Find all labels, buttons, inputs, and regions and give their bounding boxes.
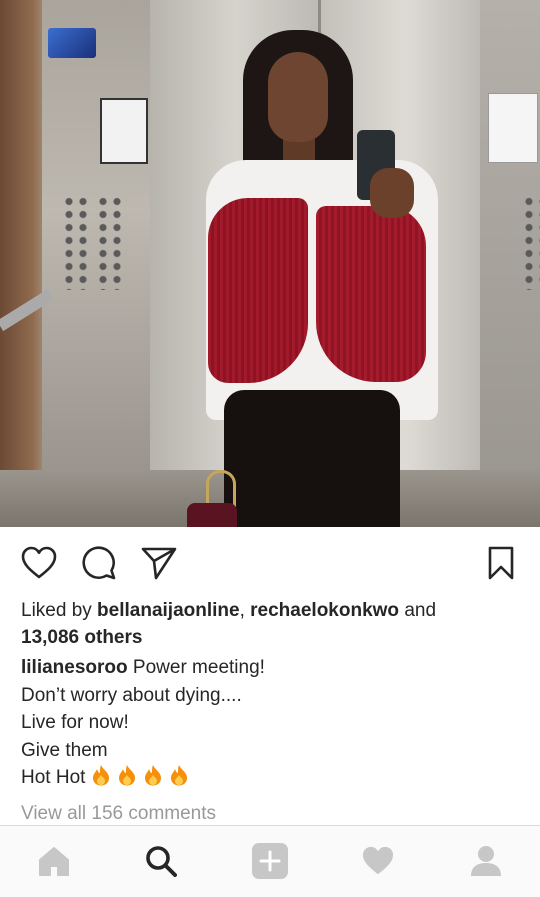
fire-emoji-row xyxy=(91,765,195,788)
share-button[interactable] xyxy=(139,543,179,583)
bookmark-icon xyxy=(488,546,514,580)
view-comments-link[interactable]: View all 156 comments xyxy=(21,801,216,826)
post-actions xyxy=(0,527,540,595)
nav-search[interactable] xyxy=(141,841,181,881)
elevator-buttons-right xyxy=(522,195,540,290)
comment-button[interactable] xyxy=(79,543,119,583)
shirt-fringe-right xyxy=(316,206,426,382)
elevator-display xyxy=(48,28,96,58)
like-button[interactable] xyxy=(19,543,59,583)
paper-plane-icon xyxy=(141,547,177,580)
search-icon xyxy=(146,846,177,877)
nav-profile[interactable] xyxy=(466,841,506,881)
post-photo[interactable] xyxy=(0,0,540,527)
caption-line: Live for now! xyxy=(21,712,129,734)
caption-line: Give them xyxy=(21,739,108,761)
person-face xyxy=(268,52,328,142)
heart-outline-icon xyxy=(21,546,57,579)
handbag xyxy=(187,503,237,527)
liked-user-link[interactable]: rechaelokonkwo xyxy=(250,600,399,621)
save-button[interactable] xyxy=(481,543,521,583)
speech-bubble-icon xyxy=(82,546,116,580)
nav-home[interactable] xyxy=(34,841,74,881)
nav-activity[interactable] xyxy=(358,841,398,881)
elevator-notice xyxy=(100,98,148,164)
fire-emoji xyxy=(118,765,135,786)
caption-line-last: Hot Hot xyxy=(21,764,526,792)
person-pants xyxy=(224,390,400,527)
caption-username[interactable]: lilianesoroo xyxy=(21,657,128,678)
elevator-buttons xyxy=(96,195,126,290)
elevator-buttons xyxy=(62,195,92,290)
add-post-icon xyxy=(252,843,288,879)
caption-line: Don’t worry about dying.... xyxy=(21,684,242,706)
shirt-fringe-left xyxy=(208,198,308,383)
profile-icon xyxy=(471,846,501,876)
fire-emoji xyxy=(144,765,161,786)
bottom-navigation xyxy=(0,825,540,897)
likes-count-link[interactable]: 13,086 others xyxy=(21,627,142,648)
liked-user-link[interactable]: bellanaijaonline xyxy=(97,600,240,621)
likes-summary: Liked by bellanaijaonline, rechaelokonkw… xyxy=(21,600,437,648)
fire-emoji xyxy=(170,765,187,786)
nav-new-post[interactable] xyxy=(250,841,290,881)
activity-heart-icon xyxy=(362,846,394,875)
fire-emoji xyxy=(92,765,109,786)
home-icon xyxy=(39,847,69,876)
post-caption: lilianesoroo Power meeting! Don’t worry … xyxy=(21,654,526,792)
elevator-notice-right xyxy=(488,93,538,163)
